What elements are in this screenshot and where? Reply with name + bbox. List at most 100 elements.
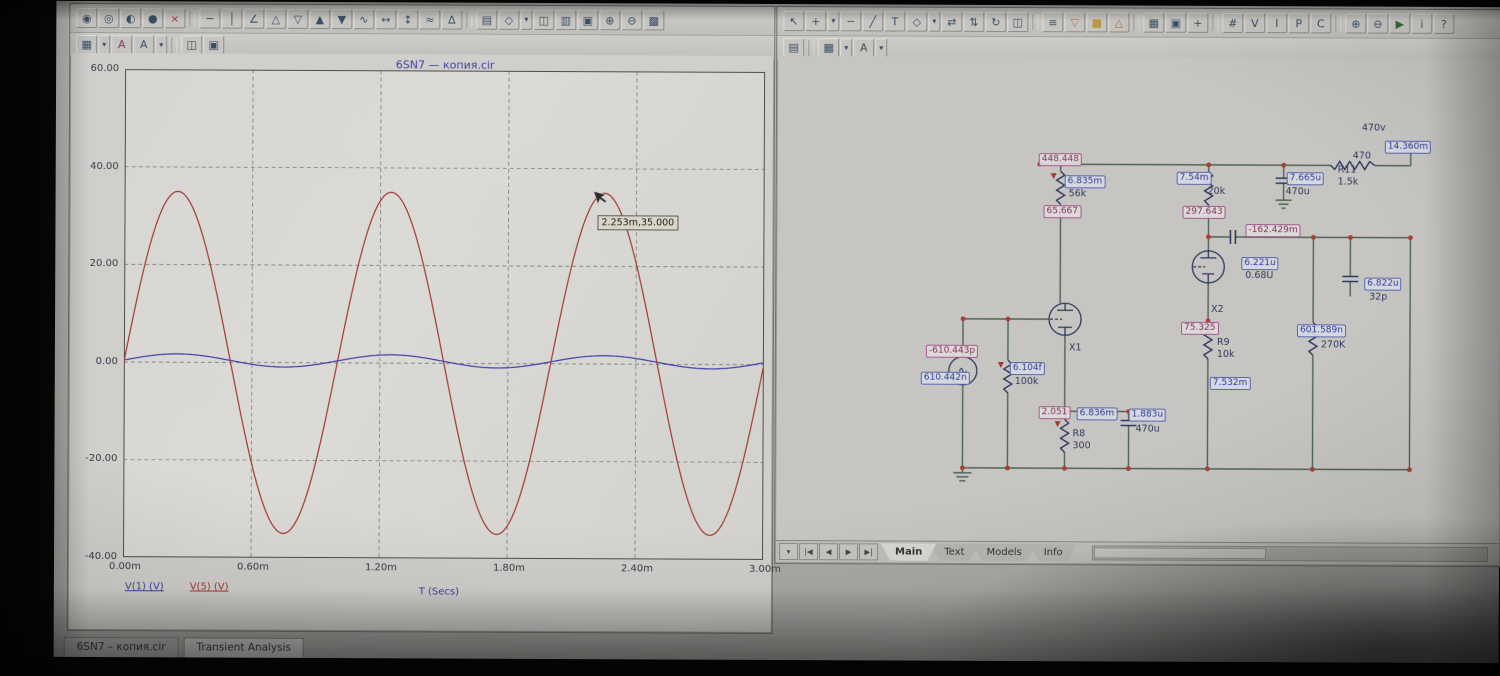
current-value-label[interactable]: 610.442n	[921, 372, 970, 385]
current-value-label[interactable]: 601.589n	[1297, 324, 1346, 337]
run-icon[interactable]: ▶	[1389, 14, 1410, 34]
stamp-icon[interactable]: ▩	[643, 10, 664, 30]
schematic-region[interactable]: ∿ 448.44865.6672	[776, 56, 1500, 543]
wire-mode-icon[interactable]: ─	[840, 11, 861, 31]
phase-tag-icon[interactable]: ∆	[441, 10, 462, 30]
node-voltage-label[interactable]: 448.448	[1039, 153, 1082, 166]
powers-icon[interactable]: P	[1288, 13, 1309, 33]
current-value-label[interactable]: 6.104f	[1010, 362, 1045, 375]
component-label[interactable]: X2	[1211, 304, 1224, 315]
zoom-in-icon[interactable]: ⊕	[599, 10, 620, 30]
page-tab-text[interactable]: Text	[930, 544, 978, 561]
window-tab-schematic[interactable]: 6SN7 – копия.cir	[64, 637, 179, 658]
grid-caret[interactable]: ▾	[840, 38, 852, 58]
zoom-out-icon[interactable]: ⊖	[621, 10, 642, 30]
copy-icon[interactable]: ◫	[533, 10, 554, 30]
text-icon[interactable]: A	[853, 38, 874, 58]
font-icon[interactable]: A	[133, 35, 154, 55]
component-label[interactable]: 1.5k	[1338, 176, 1359, 187]
inflection-tag-icon[interactable]: ∿	[353, 9, 374, 29]
component-label[interactable]: 100k	[1015, 376, 1039, 387]
component-label[interactable]: 0.68U	[1245, 270, 1273, 281]
graphics-mode-icon[interactable]: ◇	[906, 12, 927, 32]
current-value-label[interactable]: 7.665u	[1287, 172, 1325, 185]
current-value-label[interactable]: 14.360m	[1385, 141, 1431, 154]
component-label[interactable]: 470u	[1286, 186, 1310, 197]
border-icon[interactable]: ▣	[1165, 13, 1186, 33]
component-label[interactable]: R9	[1217, 337, 1230, 348]
grid-icon[interactable]: ▦	[1143, 13, 1164, 33]
color-icon[interactable]: ■	[1086, 12, 1107, 32]
node-voltage-label[interactable]: 2.051	[1039, 406, 1071, 419]
component-mode-icon[interactable]: +	[805, 11, 826, 31]
high-tag-icon[interactable]: ▲	[309, 9, 330, 29]
legend-item[interactable]: V(5) (V)	[190, 581, 229, 592]
component-label[interactable]: R11	[1338, 164, 1357, 175]
period-tag-icon[interactable]: ↔	[375, 9, 396, 29]
zoom-window-icon[interactable]: ▣	[577, 10, 598, 30]
horizontal-tag-icon[interactable]: ─	[199, 8, 220, 28]
font-caret[interactable]: ▾	[155, 35, 167, 55]
node-voltage-label[interactable]: -162.429m	[1245, 224, 1300, 237]
window-tab-transient-analysis[interactable]: Transient Analysis	[183, 637, 304, 658]
current-value-label[interactable]: 6.822u	[1364, 278, 1402, 291]
component-label[interactable]: 470v	[1362, 123, 1386, 134]
vertical-tag-icon[interactable]: │	[221, 9, 242, 29]
valley-tag-icon[interactable]: ▽	[287, 9, 308, 29]
graphics-menu-icon[interactable]: ◇	[498, 10, 519, 30]
copy-window-icon[interactable]: ▣	[203, 35, 224, 55]
slope-tag-icon[interactable]: ∠	[243, 9, 264, 29]
copy-page-icon[interactable]: ◫	[181, 35, 202, 55]
graphics-caret[interactable]: ▾	[928, 12, 940, 32]
select-mode-icon[interactable]: ◉	[76, 8, 97, 28]
node-numbers-icon[interactable]: #	[1222, 13, 1243, 33]
pages-icon[interactable]: ▥	[555, 10, 576, 30]
flip-x-icon[interactable]: ⇄	[941, 12, 962, 32]
component-label[interactable]: 470	[1353, 151, 1371, 162]
node-voltage-label[interactable]: 75.325	[1181, 322, 1219, 335]
node-voltage-label[interactable]: 65.667	[1043, 205, 1081, 218]
component-caret[interactable]: ▾	[827, 11, 839, 31]
page-tab-info[interactable]: Info	[1030, 544, 1077, 561]
current-value-label[interactable]: 6.221u	[1241, 257, 1279, 270]
zoom-in-icon[interactable]: ⊕	[1345, 13, 1366, 33]
next-page-button[interactable]: ▶	[839, 543, 858, 560]
current-value-label[interactable]: 6.836m	[1077, 407, 1118, 420]
probe-mode-icon[interactable]: ●	[142, 8, 163, 28]
grid-caret[interactable]: ▾	[98, 35, 110, 55]
legend-item[interactable]: V(1) (V)	[125, 581, 164, 592]
component-label[interactable]: 56k	[1069, 188, 1087, 199]
text-mode-icon[interactable]: T	[884, 11, 905, 31]
prev-page-button[interactable]: ◀	[819, 543, 838, 560]
properties-icon[interactable]: ▤	[476, 10, 497, 30]
component-label[interactable]: 32p	[1369, 292, 1387, 303]
diagonal-wire-icon[interactable]: ╱	[862, 11, 883, 31]
current-value-label[interactable]: 7.54m	[1177, 172, 1212, 185]
page-menu-button[interactable]: ▾	[779, 543, 798, 560]
peak-tag-icon[interactable]: △	[265, 9, 286, 29]
last-page-button[interactable]: ▶|	[859, 543, 878, 560]
node-voltage-label[interactable]: 297.643	[1182, 206, 1225, 219]
step-box-icon[interactable]: ≡	[1042, 12, 1063, 32]
horizontal-scrollbar[interactable]	[1092, 545, 1488, 562]
info-icon[interactable]: i	[1411, 14, 1432, 34]
cross-hair-icon[interactable]: +	[1187, 13, 1208, 33]
rotate-icon[interactable]: ↻	[985, 12, 1006, 32]
font-caret[interactable]: ▾	[875, 38, 887, 58]
delete-traces-icon[interactable]: ×	[164, 8, 185, 28]
trace-v5[interactable]	[123, 191, 764, 535]
zoom-out-icon[interactable]: ⊖	[1367, 14, 1388, 34]
plot-frame[interactable]	[123, 69, 765, 560]
display-grid-icon[interactable]: ▦	[818, 38, 839, 58]
help-icon[interactable]: ?	[1433, 14, 1454, 34]
node-voltages-icon[interactable]: V	[1244, 13, 1265, 33]
zoom-mode-icon[interactable]: ◎	[98, 8, 119, 28]
component-label[interactable]: X1	[1069, 342, 1082, 353]
pan-mode-icon[interactable]: ◐	[120, 8, 141, 28]
frequency-tag-icon[interactable]: ≈	[419, 9, 440, 29]
node-voltage-label[interactable]: -610.443p	[926, 345, 978, 358]
warning-icon[interactable]: △	[1108, 12, 1129, 32]
component-label[interactable]: 20k	[1208, 186, 1226, 197]
mirror-icon[interactable]: ◫	[1007, 12, 1028, 32]
display-grid-icon[interactable]: ▦	[76, 34, 97, 54]
